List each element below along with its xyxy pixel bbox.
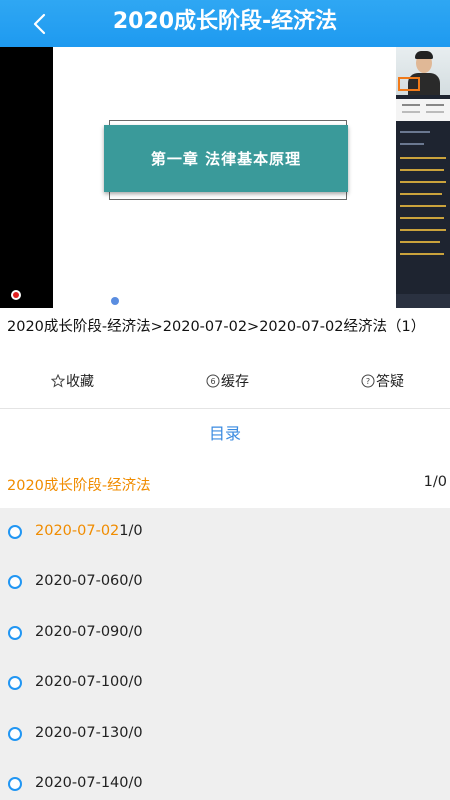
lesson-item[interactable]: 2020-07-100/0: [0, 659, 450, 709]
radio-circle-icon: [8, 575, 22, 589]
lesson-count: 0/0: [119, 725, 143, 741]
video-side-panel: [396, 47, 450, 308]
radio-circle-icon: [8, 727, 22, 741]
action-bar: 收藏 6 缓存 ? 答疑: [0, 370, 450, 392]
lesson-item[interactable]: 2020-07-021/0: [0, 508, 450, 558]
question-icon: ?: [361, 374, 375, 388]
question-label: 答疑: [376, 374, 404, 390]
live-indicator-icon: [11, 290, 21, 300]
lesson-count: 0/0: [119, 624, 143, 640]
lesson-date: 2020-07-10: [35, 674, 120, 690]
radio-circle-icon: [8, 626, 22, 640]
video-player[interactable]: 第一章 法律基本原理: [0, 47, 450, 308]
lesson-count: 0/0: [119, 573, 143, 589]
catalog-title: 目录: [208, 424, 241, 443]
lesson-item[interactable]: 2020-07-130/0: [0, 710, 450, 760]
lesson-date: 2020-07-06: [35, 573, 120, 589]
cache-button[interactable]: 6 缓存: [206, 370, 249, 392]
info-icon[interactable]: [111, 297, 119, 305]
radio-circle-icon: [8, 777, 22, 791]
lesson-item[interactable]: 2020-07-060/0: [0, 558, 450, 608]
chapter-name: 2020成长阶段-经济法: [7, 478, 151, 494]
lesson-date: 2020-07-13: [35, 725, 120, 741]
radio-circle-icon: [8, 525, 22, 539]
radio-circle-icon: [8, 676, 22, 690]
lesson-item[interactable]: 2020-07-140/0: [0, 760, 450, 800]
panel-footer: [396, 294, 450, 308]
page-title: 2020成长阶段-经济法: [112, 9, 338, 34]
lesson-date: 2020-07-14: [35, 775, 120, 791]
lesson-date: 2020-07-09: [35, 624, 120, 640]
lesson-count: 0/0: [119, 775, 143, 791]
svg-text:6: 6: [210, 377, 215, 386]
lesson-list: 2020-07-021/0 2020-07-060/0 2020-07-090/…: [0, 508, 450, 800]
lesson-item[interactable]: 2020-07-090/0: [0, 609, 450, 659]
top-bar: 2020成长阶段-经济法: [0, 0, 450, 47]
lesson-count: 0/0: [119, 674, 143, 690]
breadcrumb: 2020成长阶段-经济法>2020-07-02>2020-07-02经济法（1）: [7, 319, 426, 335]
chapter-count: 1/0: [423, 474, 447, 490]
lesson-count: 1/0: [119, 523, 143, 539]
chapter-row[interactable]: 2020成长阶段-经济法 1/0: [0, 460, 450, 508]
cache-label: 缓存: [221, 374, 249, 390]
slide-title: 第一章 法律基本原理: [104, 125, 348, 192]
favorite-label: 收藏: [66, 374, 94, 390]
question-button[interactable]: ? 答疑: [361, 370, 404, 392]
star-icon: [50, 373, 66, 388]
brand-logo-icon: [398, 77, 420, 91]
panel-stats: [396, 99, 450, 121]
presenter-camera: [396, 47, 450, 95]
download-icon: 6: [206, 374, 220, 388]
svg-text:?: ?: [366, 377, 370, 386]
divider: [0, 408, 450, 409]
favorite-button[interactable]: 收藏: [50, 370, 94, 392]
video-slide: 第一章 法律基本原理: [53, 47, 404, 308]
lesson-date: 2020-07-02: [35, 523, 120, 539]
